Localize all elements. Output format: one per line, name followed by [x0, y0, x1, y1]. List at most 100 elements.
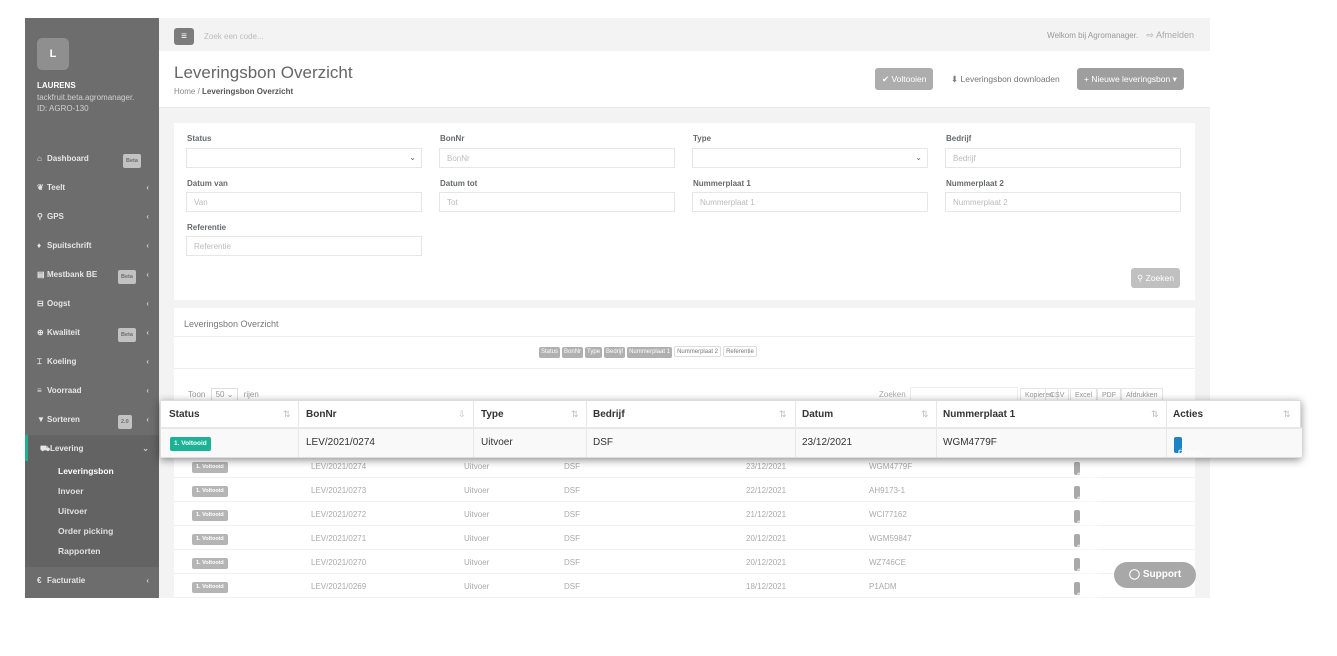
chevron-down-icon: ⌄ — [409, 153, 416, 162]
download-button[interactable]: ⬇ Leveringsbon downloaden — [944, 68, 1067, 90]
nummerplaat1-input[interactable]: Nummerplaat 1 — [692, 192, 928, 212]
chevron-left-icon: ‹ — [146, 386, 149, 395]
app-window: L LAURENS tackfruit.beta.agromanager. ID… — [25, 18, 1210, 598]
nummerplaat1-label: Nummerplaat 1 — [693, 179, 751, 188]
sidebar-item-oogst[interactable]: ⊟ Oogst ‹ — [25, 290, 159, 319]
divider — [298, 401, 299, 457]
chevron-left-icon: ‹ — [146, 241, 149, 250]
details-button[interactable]: ⓘ Details — [1174, 437, 1204, 458]
bedrijf-input[interactable]: Bedrijf — [945, 148, 1181, 168]
column-toggle[interactable]: BonNr — [562, 347, 584, 358]
support-label: Support — [1142, 569, 1182, 580]
cell-type: Uitvoer — [464, 558, 490, 567]
support-button[interactable]: ◯ Support — [1114, 562, 1196, 588]
menu-toggle-icon[interactable]: ≡ — [174, 28, 194, 45]
sidebar-item-gps[interactable]: ⚲ GPS ‹ — [25, 203, 159, 232]
submenu-item-rapporten[interactable]: Rapporten — [25, 541, 159, 561]
sort-icon[interactable]: ⇅ — [779, 409, 787, 420]
sidebar-item-spuitschrift[interactable]: ♦ Spuitschrift ‹ — [25, 232, 159, 261]
logout-link[interactable]: ⇨ Afmelden — [1146, 30, 1194, 40]
sidebar-item-koeling[interactable]: ⌶ Koeling ‹ — [25, 348, 159, 377]
column-toggle[interactable]: Bedrijf — [604, 347, 626, 358]
sidebar-item-dashboard[interactable]: ⌂ Dashboard Beta — [25, 145, 159, 174]
details-button[interactable]: ⓘ Details — [1074, 486, 1098, 504]
cell-bedrijf: DSF — [564, 582, 580, 591]
thermometer-icon: ⌶ — [37, 357, 42, 366]
details-button[interactable]: ⓘ Details — [1074, 558, 1098, 576]
sidebar-item-levering[interactable]: ⛟Levering ⌄ — [25, 435, 159, 461]
submenu-item-leveringsbon[interactable]: Leveringsbon — [25, 461, 159, 481]
zoomed-table-header: Status ⇅ BonNr ⇩ Type ⇅ Bedrijf ⇅ Datum … — [161, 401, 1302, 429]
cell-type: Uitvoer — [464, 510, 490, 519]
sort-icon[interactable]: ⇅ — [1151, 409, 1159, 420]
datum-tot-label: Datum tot — [440, 179, 478, 188]
column-toggle[interactable]: Status — [539, 347, 561, 358]
new-leveringsbon-button[interactable]: + Nieuwe leveringsbon ▾ — [1077, 68, 1184, 90]
submenu-item-order-picking[interactable]: Order picking — [25, 521, 159, 541]
cell-bedrijf: DSF — [564, 486, 580, 495]
col-header-datum[interactable]: Datum — [802, 409, 833, 420]
sidebar-item-sorteren[interactable]: ▼ Sorteren 2.0 ‹ — [25, 406, 159, 435]
divider — [1166, 401, 1167, 457]
chevron-down-icon: ⌄ — [915, 153, 922, 162]
datum-tot-input[interactable]: Tot — [439, 192, 675, 212]
divider — [473, 401, 474, 457]
cell-np1: WGM59847 — [869, 534, 912, 543]
chevron-left-icon: ‹ — [146, 183, 149, 192]
status-select[interactable]: ⌄ — [186, 148, 422, 168]
sidebar-submenu: Leveringsbon Invoer Uitvoer Order picking Ra… — [25, 461, 159, 567]
sidebar-item-mestbank-be[interactable]: ▤ Mestbank BE Beta ‹ — [25, 261, 159, 290]
sort-desc-icon[interactable]: ⇩ — [458, 409, 466, 420]
code-search-input[interactable]: Zoek een code... — [204, 32, 264, 41]
voltooien-button[interactable]: ✔ Voltooien — [875, 68, 934, 90]
sidebar-item-label: Mestbank BE — [47, 270, 98, 279]
sidebar-item-label: Kwaliteit — [47, 328, 80, 337]
col-header-nummerplaat1[interactable]: Nummerplaat 1 — [943, 409, 1015, 420]
divider — [586, 401, 587, 457]
bonnr-input[interactable]: BonNr — [439, 148, 675, 168]
page-length-value: 50 — [215, 390, 225, 399]
breadcrumb-home[interactable]: Home — [174, 87, 195, 96]
sort-icon[interactable]: ⇅ — [921, 409, 929, 420]
sidebar-badge: 2.0 — [118, 415, 132, 429]
details-button[interactable]: ⓘ Details — [1074, 534, 1098, 552]
zoeken-button[interactable]: ⚲ Zoeken — [1131, 268, 1180, 288]
details-button[interactable]: ⓘ Details — [1074, 582, 1098, 598]
user-logo[interactable]: L — [37, 38, 69, 70]
sidebar-item-kwaliteit[interactable]: ⊕ Kwaliteit Beta ‹ — [25, 319, 159, 348]
sidebar-item-voorraad[interactable]: ≡ Voorraad ‹ — [25, 377, 159, 406]
datum-van-input[interactable]: Van — [186, 192, 422, 212]
referentie-input[interactable]: Referentie — [186, 236, 422, 256]
col-header-bonnr[interactable]: BonNr — [306, 409, 337, 420]
sort-icon[interactable]: ⇅ — [571, 409, 579, 420]
cell-bonnr: LEV/2021/0272 — [311, 510, 367, 519]
drop-icon: ♦ — [37, 241, 42, 250]
col-header-bedrijf[interactable]: Bedrijf — [593, 409, 625, 420]
column-toggle[interactable]: Referentie — [723, 346, 757, 357]
table-panel-title: Leveringsbon Overzicht — [184, 319, 279, 329]
sidebar-item-teelt[interactable]: ❦ Teelt ‹ — [25, 174, 159, 203]
column-toggle[interactable]: Nummerplaat 2 — [674, 346, 722, 357]
cell-bedrijf: DSF — [564, 534, 580, 543]
col-header-type[interactable]: Type — [481, 409, 504, 420]
details-button[interactable]: ⓘ Details — [1074, 510, 1098, 528]
sort-icon[interactable]: ⇅ — [283, 409, 291, 420]
cell-bonnr: LEV/2021/0274 — [306, 437, 375, 448]
nummerplaat2-input[interactable]: Nummerplaat 2 — [945, 192, 1181, 212]
cell-type: Uitvoer — [464, 582, 490, 591]
toon-label: Toon — [188, 390, 206, 399]
cell-datum: 18/12/2021 — [746, 582, 787, 591]
divider — [795, 401, 796, 457]
col-header-status[interactable]: Status — [169, 409, 200, 420]
cell-np1: P1ADM — [869, 582, 897, 591]
details-button[interactable]: ⓘ Details — [1074, 462, 1098, 480]
type-select[interactable]: ⌄ — [692, 148, 928, 168]
column-toggle[interactable]: Nummerplaat 1 — [627, 347, 673, 358]
submenu-item-uitvoer[interactable]: Uitvoer — [25, 501, 159, 521]
sidebar-item-label: Sorteren — [47, 415, 80, 424]
sidebar-item-facturatie[interactable]: € Facturatie ‹ — [25, 567, 159, 596]
chevron-left-icon: ‹ — [146, 212, 149, 221]
column-toggle[interactable]: Type — [585, 347, 603, 358]
submenu-item-invoer[interactable]: Invoer — [25, 481, 159, 501]
sidebar-badge: Beta — [123, 154, 141, 168]
